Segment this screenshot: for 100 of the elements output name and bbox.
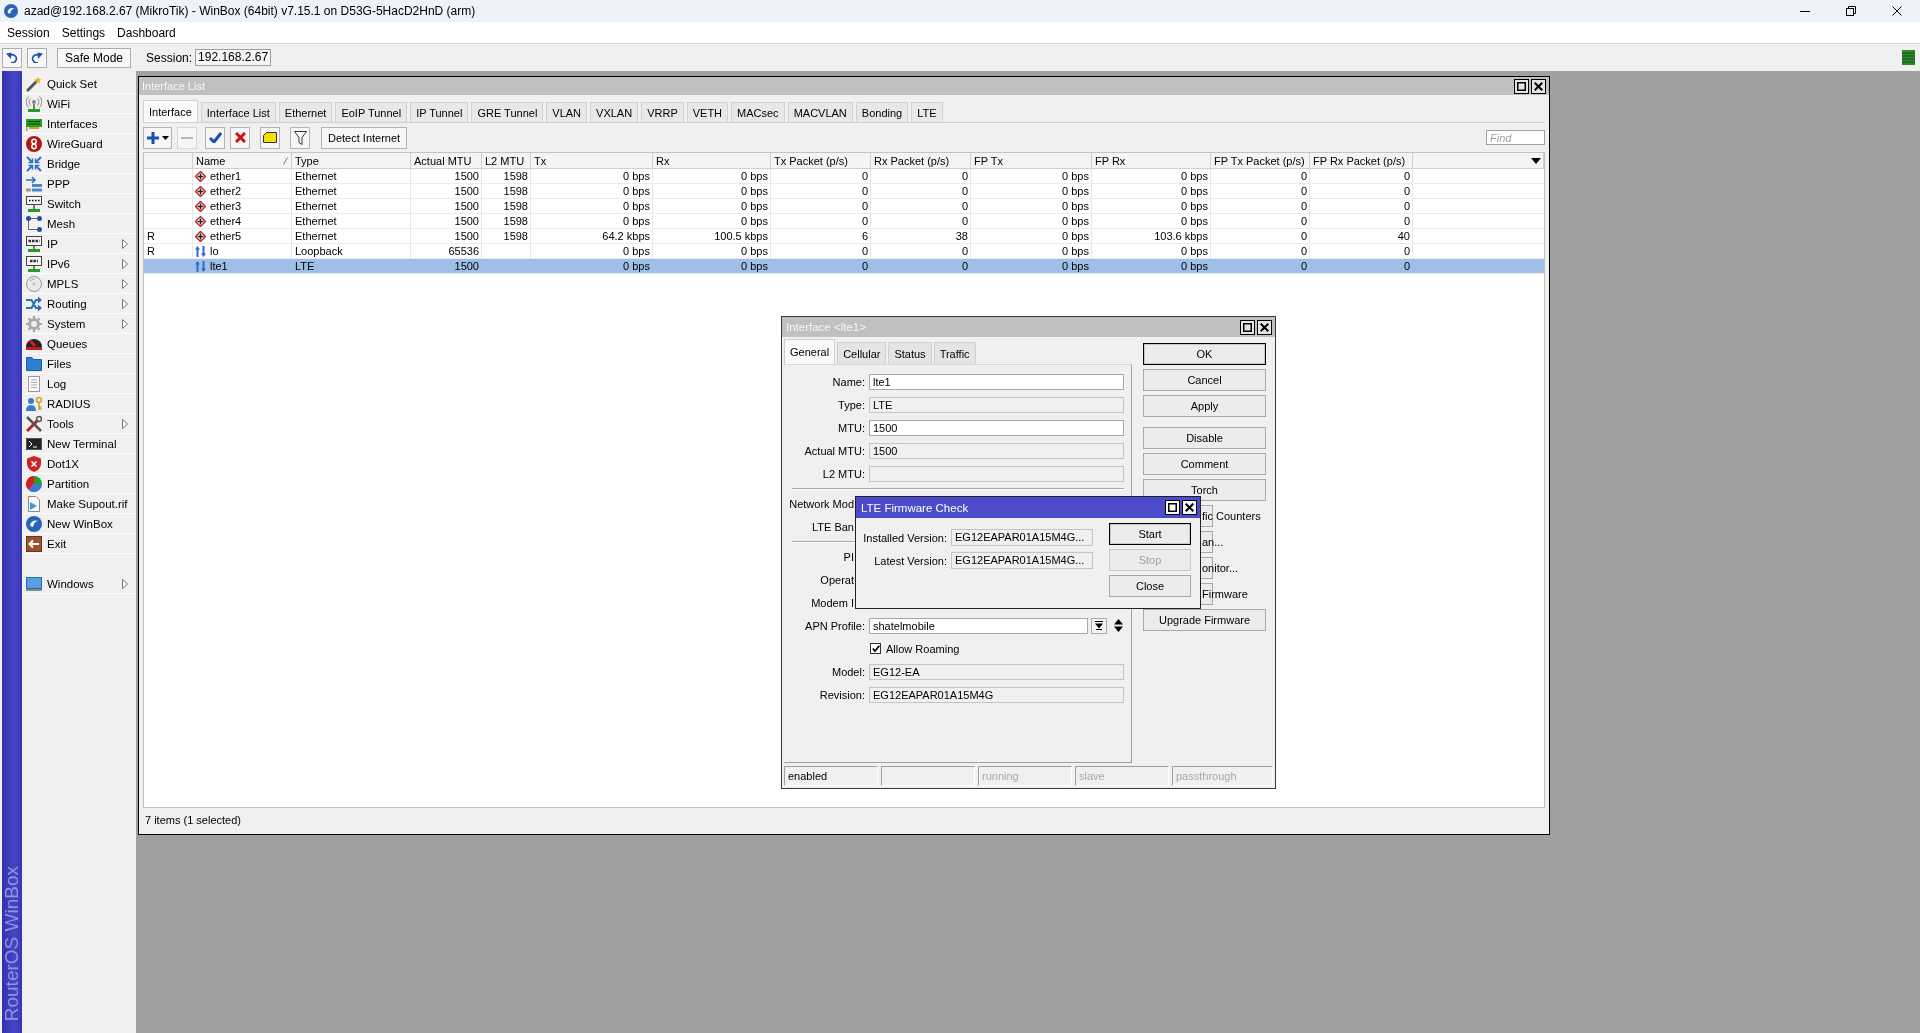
filter-button[interactable] <box>290 126 310 149</box>
column-header[interactable]: Rx <box>653 153 771 169</box>
column-header[interactable]: Name <box>193 153 292 169</box>
dropdown-button[interactable] <box>1091 617 1107 634</box>
sidebar-item[interactable]: IPv6 <box>22 254 136 274</box>
sidebar-item[interactable]: New WinBox <box>22 514 136 534</box>
column-header[interactable]: Actual MTU <box>411 153 482 169</box>
close-button[interactable] <box>1531 78 1546 94</box>
dialog-button[interactable]: Disable <box>1143 427 1266 449</box>
tab[interactable]: Cellular <box>837 342 887 364</box>
sidebar-item[interactable]: Windows <box>22 574 136 594</box>
detect-button[interactable]: Detect Internet <box>321 126 408 149</box>
column-header[interactable]: FP Rx Packet (p/s) <box>1310 153 1413 169</box>
close-button[interactable] <box>1182 500 1197 515</box>
dialog-button[interactable]: Start <box>1109 523 1191 545</box>
sidebar-item[interactable]: PPP <box>22 174 136 194</box>
dialog-button[interactable]: Comment <box>1143 453 1266 475</box>
combo-field[interactable]: shatelmobile <box>869 617 1088 634</box>
tab[interactable]: GRE Tunnel <box>471 102 544 122</box>
sidebar-item[interactable]: Switch <box>22 194 136 214</box>
sidebar-item[interactable]: IP <box>22 234 136 254</box>
tab[interactable]: VETH <box>686 102 729 122</box>
sidebar-item[interactable]: WireGuard <box>22 134 136 154</box>
text-field[interactable]: 1500 <box>869 442 1124 459</box>
tab[interactable]: Interface <box>143 100 198 122</box>
sidebar-item[interactable]: Mesh <box>22 214 136 234</box>
tab[interactable]: Traffic <box>933 342 976 364</box>
table-cell-text: 0 <box>1402 199 1411 213</box>
sidebar-item[interactable]: Bridge <box>22 154 136 174</box>
tab[interactable]: Bonding <box>855 102 909 122</box>
tab[interactable]: VRRP <box>641 102 684 122</box>
undo-button[interactable] <box>2 47 22 68</box>
tab[interactable]: VXLAN <box>590 102 639 122</box>
sidebar-item[interactable]: Partition <box>22 474 136 494</box>
text-field[interactable]: EG12EAPAR01A15M4G <box>869 686 1124 703</box>
column-header[interactable]: Tx Packet (p/s) <box>771 153 871 169</box>
sidebar-item[interactable]: Tools <box>22 414 136 434</box>
tab[interactable]: LTE <box>911 102 943 122</box>
tab[interactable]: Ethernet <box>278 102 333 122</box>
maximize-button[interactable] <box>1165 500 1180 515</box>
search-field[interactable]: Find <box>1486 130 1545 145</box>
tab[interactable]: Status <box>888 342 932 364</box>
column-header[interactable]: Rx Packet (p/s) <box>871 153 971 169</box>
checkbox[interactable] <box>870 643 881 654</box>
caret-icon[interactable] <box>1531 157 1541 164</box>
dialog-button[interactable]: Cancel <box>1143 369 1266 391</box>
column-header[interactable]: FP Rx <box>1092 153 1211 169</box>
tab[interactable]: MACsec <box>731 102 785 122</box>
sidebar-item[interactable]: WiFi <box>22 94 136 114</box>
text-field[interactable]: LTE <box>869 396 1124 413</box>
maximize-button[interactable] <box>1514 78 1529 94</box>
sidebar-item[interactable]: Exit <box>22 534 136 554</box>
column-header[interactable]: Tx <box>531 153 653 169</box>
disable-button[interactable] <box>230 126 250 149</box>
column-header[interactable]: FP Tx Packet (p/s) <box>1211 153 1310 169</box>
column-header[interactable]: FP Tx <box>971 153 1092 169</box>
add-button[interactable] <box>143 126 172 149</box>
dialog-button[interactable]: Upgrade Firmware <box>1143 609 1266 631</box>
sidebar-item[interactable]: Dot1X <box>22 454 136 474</box>
menu-item[interactable]: Settings <box>55 22 112 43</box>
redo-button[interactable] <box>27 47 47 68</box>
text-field[interactable]: EG12EAPAR01A15M4G... <box>951 529 1093 546</box>
text-field[interactable] <box>869 465 1124 482</box>
menu-item[interactable]: Session <box>1 22 56 43</box>
sidebar-item[interactable]: MPLS <box>22 274 136 294</box>
maximize-button[interactable] <box>1240 319 1255 335</box>
tab[interactable]: General <box>784 339 836 364</box>
tab[interactable]: Interface List <box>200 102 276 122</box>
sidebar-item[interactable]: Routing <box>22 294 136 314</box>
text-field[interactable]: 1500 <box>869 419 1124 436</box>
tab[interactable]: EoIP Tunnel <box>335 102 408 122</box>
sidebar-item[interactable]: System <box>22 314 136 334</box>
up-down-triangles-icon[interactable] <box>1114 619 1123 632</box>
dialog-button[interactable]: OK <box>1143 343 1266 365</box>
tab[interactable]: VLAN <box>546 102 588 122</box>
sidebar-item[interactable]: New Terminal <box>22 434 136 454</box>
sidebar-item[interactable]: Files <box>22 354 136 374</box>
sidebar-item[interactable]: Log <box>22 374 136 394</box>
enable-button[interactable] <box>205 126 225 149</box>
comment-button[interactable] <box>260 126 280 149</box>
close-button[interactable] <box>1257 319 1272 335</box>
sidebar-item[interactable]: Queues <box>22 334 136 354</box>
tab[interactable]: IP Tunnel <box>410 102 469 122</box>
sidebar-item[interactable]: Interfaces <box>22 114 136 134</box>
safe-mode-button[interactable]: Safe Mode <box>57 47 132 68</box>
column-header[interactable]: L2 MTU <box>482 153 531 169</box>
menu-item[interactable]: Dashboard <box>111 22 182 43</box>
dialog-button[interactable]: Apply <box>1143 395 1266 417</box>
text-field[interactable]: EG12-EA <box>869 663 1124 680</box>
sidebar-item[interactable]: Make Supout.rif <box>22 494 136 514</box>
text-field[interactable]: EG12EAPAR01A15M4G... <box>951 552 1093 569</box>
dialog-button[interactable]: Close <box>1109 575 1191 597</box>
tab[interactable]: MACVLAN <box>787 102 853 122</box>
text-field[interactable]: lte1 <box>869 373 1124 390</box>
sidebar-item[interactable]: Quick Set <box>22 74 136 94</box>
sidebar-item[interactable]: RADIUS <box>22 394 136 414</box>
session-field[interactable]: 192.168.2.67 <box>195 49 272 66</box>
column-header[interactable]: Type <box>292 153 411 169</box>
dialog-button[interactable]: Torch <box>1143 479 1266 501</box>
field-label: Actual MTU: <box>804 444 865 457</box>
